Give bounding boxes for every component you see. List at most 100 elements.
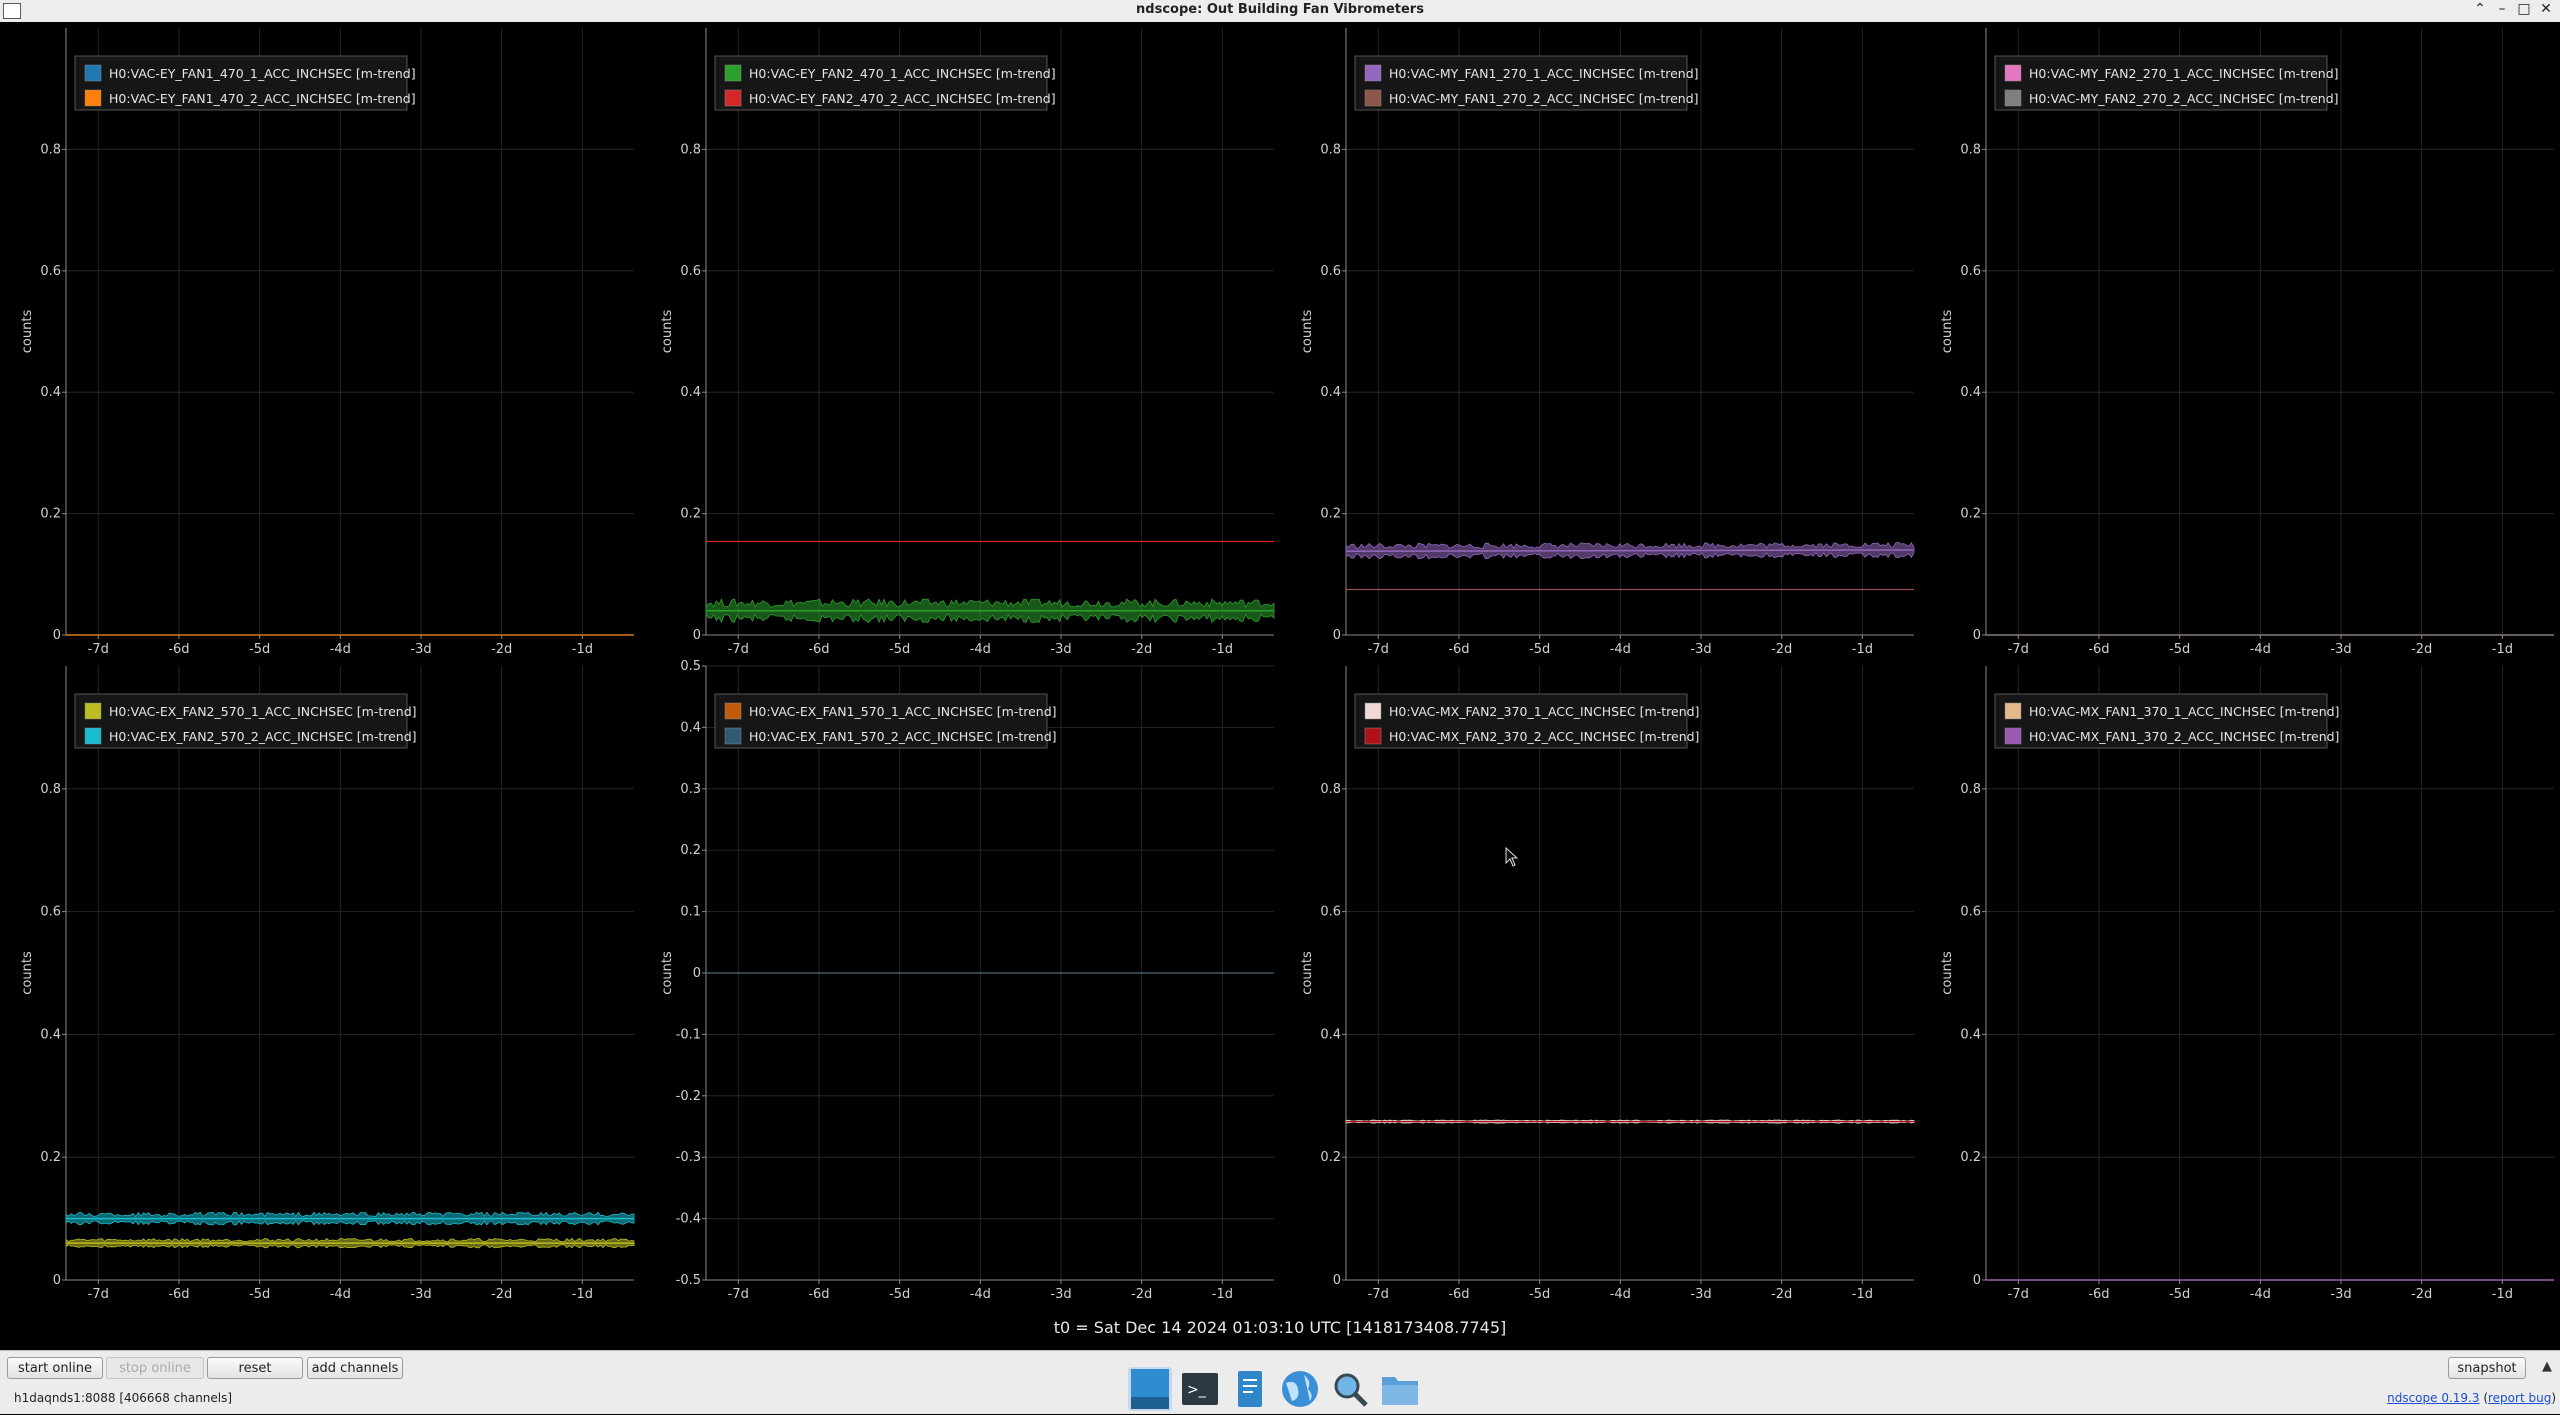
y-axis-label: counts [1300,310,1315,354]
report-bug-link[interactable]: report bug [2488,1391,2551,1405]
x-tick-label: -3d [1050,642,1071,657]
y-tick-label: 0.4 [1320,1027,1341,1042]
mouse-cursor-icon [1505,847,1519,867]
plot-background [0,22,640,660]
x-tick-label: -6d [808,1287,829,1302]
series-trace [65,1237,635,1249]
web-browser-icon[interactable] [1278,1367,1322,1411]
y-tick-label: 0 [693,966,701,981]
legend-entry: H0:VAC-EX_FAN2_570_2_ACC_INCHSEC [m-tren… [109,729,417,744]
terminal-icon[interactable]: >_ [1178,1367,1222,1411]
y-tick-label: 0.4 [1320,385,1341,400]
plot-mx-fan1[interactable]: -7d -6d -5d -4d -3d -2d -1d 0 0.2 0.4 0.6 0.8 counts… [1920,660,2560,1305]
x-tick-label: -6d [808,642,829,657]
y-tick-label: 0.8 [1960,782,1981,797]
y-tick-label: 0.8 [40,782,61,797]
show-desktop-icon[interactable] [1128,1367,1172,1411]
snapshot-button[interactable]: snapshot [2448,1357,2526,1379]
add-channels-button[interactable]: add channels [307,1357,403,1379]
legend-entry: H0:VAC-MX_FAN2_370_2_ACC_INCHSEC [m-tren… [1389,729,1699,744]
y-tick-label: 0.2 [40,1150,61,1165]
y-tick-label: 0.4 [40,385,61,400]
plot-ey-fan1[interactable]: -7d -6d -5d -4d -3d -2d -1d 0 0.2 0.4 0.6 0.8 counts… [0,22,640,660]
text-editor-icon[interactable] [1228,1367,1272,1411]
x-tick-label: -1d [2492,1287,2513,1302]
x-tick-label: -7d [728,642,749,657]
start-online-button[interactable]: start online [7,1357,103,1379]
x-tick-label: -1d [1212,1287,1233,1302]
y-tick-label: 0 [693,628,701,643]
x-tick-label: -5d [889,642,910,657]
stop-online-button[interactable]: stop online [106,1357,204,1379]
legend-swatch [84,702,102,720]
x-tick-label: -1d [572,642,593,657]
x-tick-label: -4d [970,642,991,657]
x-tick-label: -7d [728,1287,749,1302]
legend: H0:VAC-EY_FAN1_470_1_ACC_INCHSEC [m-tren… [74,55,416,111]
plot-my-fan1[interactable]: -7d -6d -5d -4d -3d -2d -1d 0 0.2 0.4 0.6 0.8 counts… [1280,22,1920,660]
y-tick-label: 0.2 [40,507,61,522]
y-tick-label: 0.4 [1960,385,1981,400]
y-tick-label: 0.8 [1320,782,1341,797]
plot-background [640,660,1280,1305]
y-tick-label: -0.4 [676,1212,701,1227]
y-tick-label: 0 [1333,1273,1341,1288]
x-tick-label: -7d [2008,1287,2029,1302]
x-tick-label: -5d [249,642,270,657]
y-axis-label: counts [660,310,675,354]
y-tick-label: -0.2 [676,1089,701,1104]
plot-ey-fan2[interactable]: -7d -6d -5d -4d -3d -2d -1d 0 0.2 0.4 0.6 0.8 counts… [640,22,1280,660]
y-tick-label: 0.8 [40,142,61,157]
minimize-button[interactable]: – [2492,1,2512,17]
plot-background [1920,660,2560,1305]
x-tick-label: -4d [2250,1287,2271,1302]
legend-entry: H0:VAC-MY_FAN1_270_1_ACC_INCHSEC [m-tren… [1389,66,1699,81]
window-title: ndscope: Out Building Fan Vibrometers [1136,2,1424,17]
legend-swatch [724,727,742,745]
legend-swatch [724,89,742,107]
version-links: ndscope 0.19.3 (report bug) [2387,1391,2556,1405]
x-tick-label: -3d [1690,642,1711,657]
y-tick-label: 0.2 [1960,1150,1981,1165]
y-axis-label: counts [20,951,35,995]
x-tick-label: -2d [2411,1287,2432,1302]
plot-my-fan2[interactable]: -7d -6d -5d -4d -3d -2d -1d 0 0.2 0.4 0.6 0.8 counts… [1920,22,2560,660]
y-tick-label: 0.6 [1960,264,1981,279]
plot-mx-fan2[interactable]: -7d -6d -5d -4d -3d -2d -1d 0 0.2 0.4 0.6 0.8 counts… [1280,660,1920,1305]
legend-swatch [1364,64,1382,82]
reset-button[interactable]: reset [207,1357,303,1379]
keep-above-icon[interactable]: ⌃ [2470,1,2490,17]
version-link[interactable]: ndscope 0.19.3 [2387,1391,2479,1405]
x-tick-label: -3d [410,1287,431,1302]
legend-entry: H0:VAC-MY_FAN2_270_1_ACC_INCHSEC [m-tren… [2029,66,2339,81]
y-tick-label: 0.6 [1960,905,1981,920]
y-tick-label: 0.8 [1960,142,1981,157]
x-tick-label: -2d [491,642,512,657]
x-tick-label: -7d [88,1287,109,1302]
y-tick-label: 0 [53,628,61,643]
close-button[interactable]: ✕ [2536,1,2556,17]
maximize-button[interactable]: □ [2514,1,2534,17]
x-tick-label: -3d [2330,1287,2351,1302]
legend-swatch [84,89,102,107]
x-tick-label: -4d [330,1287,351,1302]
legend-swatch [724,64,742,82]
search-icon[interactable] [1328,1367,1372,1411]
x-tick-label: -5d [2169,1287,2190,1302]
y-tick-label: 0.4 [680,385,701,400]
y-tick-label: 0 [1333,628,1341,643]
plot-ex-fan2[interactable]: -7d -6d -5d -4d -3d -2d -1d 0 0.2 0.4 0.6 0.8 counts… [0,660,640,1305]
x-tick-label: -7d [88,642,109,657]
y-tick-label: 0.8 [1320,142,1341,157]
y-axis-label: counts [1300,951,1315,995]
file-manager-icon[interactable] [1378,1367,1422,1411]
plot-ex-fan1[interactable]: -7d -6d -5d -4d -3d -2d -1d -0.5 -0.4 -0.3 -0.2 -0.… [640,660,1280,1305]
plot-background [1280,22,1920,660]
legend: H0:VAC-EX_FAN1_570_1_ACC_INCHSEC [m-tren… [714,693,1057,749]
legend-entry: H0:VAC-EX_FAN2_570_1_ACC_INCHSEC [m-tren… [109,704,417,719]
x-tick-label: -1d [1852,1287,1873,1302]
collapse-arrow-icon[interactable]: ▲ [2542,1359,2552,1374]
legend-entry: H0:VAC-EX_FAN1_570_1_ACC_INCHSEC [m-tren… [749,704,1057,719]
legend-entry: H0:VAC-EY_FAN2_470_2_ACC_INCHSEC [m-tren… [749,91,1056,106]
y-tick-label: 0.2 [680,843,701,858]
